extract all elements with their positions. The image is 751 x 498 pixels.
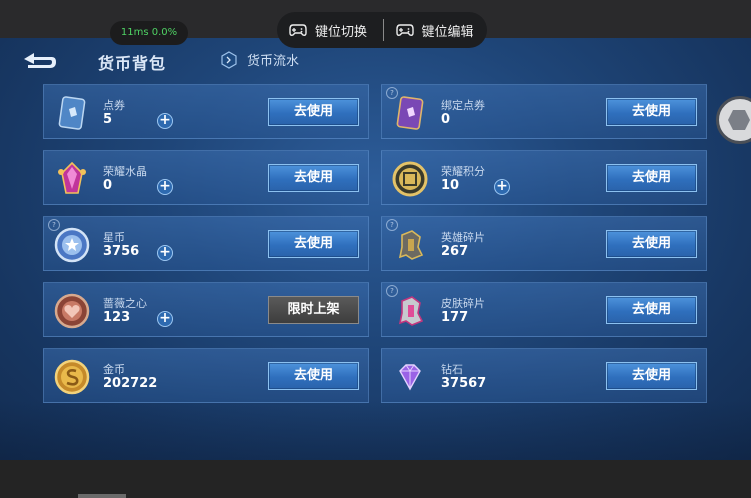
currency-name: 星币 [103, 231, 125, 244]
latency-indicator: 11ms 0.0% [110, 21, 188, 45]
use-button[interactable]: 去使用 [268, 98, 359, 126]
key-switch-button[interactable]: 键位切换 [277, 12, 383, 48]
back-arrow-icon[interactable] [18, 50, 58, 72]
key-edit-button[interactable]: 键位编辑 [384, 12, 488, 48]
bound-ticket-icon [396, 96, 424, 130]
currency-flow-label: 货币流水 [247, 54, 300, 69]
ticket-card-icon [58, 96, 86, 130]
currency-name: 点券 [103, 99, 125, 112]
background-glow [0, 400, 751, 460]
currency-amount: 3756 [103, 244, 140, 259]
currency-amount: 0 [441, 112, 451, 127]
currency-amount: 123 [103, 310, 131, 325]
currency-amount: 0 [103, 178, 113, 193]
use-button[interactable]: 去使用 [606, 164, 697, 192]
currency-name: 钻石 [441, 363, 463, 376]
glory-points-icon [392, 161, 428, 197]
currency-amount: 10 [441, 178, 460, 193]
add-currency-button[interactable]: + [157, 245, 173, 261]
hero-fragment-icon [398, 230, 424, 260]
use-button[interactable]: 去使用 [268, 362, 359, 390]
limited-time-button[interactable]: 限时上架 [268, 296, 359, 324]
currency-card-bound-ticket: ? 绑定点券 0 去使用 [381, 84, 707, 139]
page-title: 货币背包 [98, 54, 167, 73]
currency-card-ticket: 点券 5 + 去使用 [43, 84, 369, 139]
currency-card-glory-crystal: 荣耀水晶 0 + 去使用 [43, 150, 369, 205]
currency-name: 荣耀水晶 [103, 165, 147, 178]
add-currency-button[interactable]: + [157, 113, 173, 129]
currency-amount: 202722 [103, 376, 158, 391]
taskbar-indicator [78, 494, 126, 498]
currency-card-skin-fragment: ? 皮肤碎片 177 去使用 [381, 282, 707, 337]
currency-name: 蔷薇之心 [103, 297, 147, 310]
currency-card-glory-points: 荣耀积分 10 + 去使用 [381, 150, 707, 205]
use-button[interactable]: 去使用 [268, 230, 359, 258]
currency-card-rose-heart: 蔷薇之心 123 + 限时上架 [43, 282, 369, 337]
currency-card-gold-coin: 金币 202722 去使用 [43, 348, 369, 403]
add-currency-button[interactable]: + [157, 179, 173, 195]
star-coin-icon [54, 227, 90, 263]
use-button[interactable]: 去使用 [606, 230, 697, 258]
add-currency-button[interactable]: + [494, 179, 510, 195]
glory-crystal-icon [58, 161, 86, 194]
gamepad-icon [395, 24, 414, 36]
currency-flow-link[interactable]: 货币流水 [220, 50, 299, 69]
hexagon-icon [728, 110, 750, 130]
use-button[interactable]: 去使用 [606, 362, 697, 390]
use-button[interactable]: 去使用 [268, 164, 359, 192]
bottom-bar [0, 460, 751, 498]
key-mapping-toolbar: 键位切换 键位编辑 [277, 12, 487, 48]
gamepad-icon [289, 24, 307, 36]
currency-name: 英雄碎片 [441, 231, 485, 244]
flow-record-icon [221, 50, 237, 69]
currency-amount: 267 [441, 244, 469, 259]
key-switch-label: 键位切换 [315, 24, 368, 40]
game-view: 货币背包 货币流水 点券 5 + 去使用 ? 绑定点券 0 去使用 荣耀水晶 0… [0, 38, 751, 460]
use-button[interactable]: 去使用 [606, 296, 697, 324]
gold-coin-icon [54, 359, 90, 395]
currency-amount: 5 [103, 112, 113, 127]
add-currency-button[interactable]: + [157, 311, 173, 327]
currency-name: 绑定点券 [441, 99, 485, 112]
currency-name: 皮肤碎片 [441, 297, 485, 310]
currency-amount: 177 [441, 310, 469, 325]
currency-amount: 37567 [441, 376, 487, 391]
currency-card-hero-fragment: ? 英雄碎片 267 去使用 [381, 216, 707, 271]
currency-name: 荣耀积分 [441, 165, 485, 178]
skin-fragment-icon [398, 296, 424, 326]
currency-name: 金币 [103, 363, 125, 376]
use-button[interactable]: 去使用 [606, 98, 697, 126]
key-edit-label: 键位编辑 [421, 24, 474, 40]
currency-card-diamond: 钻石 37567 去使用 [381, 348, 707, 403]
diamond-icon [399, 364, 421, 391]
currency-card-star-coin: ? 星币 3756 + 去使用 [43, 216, 369, 271]
rose-heart-icon [54, 293, 90, 329]
